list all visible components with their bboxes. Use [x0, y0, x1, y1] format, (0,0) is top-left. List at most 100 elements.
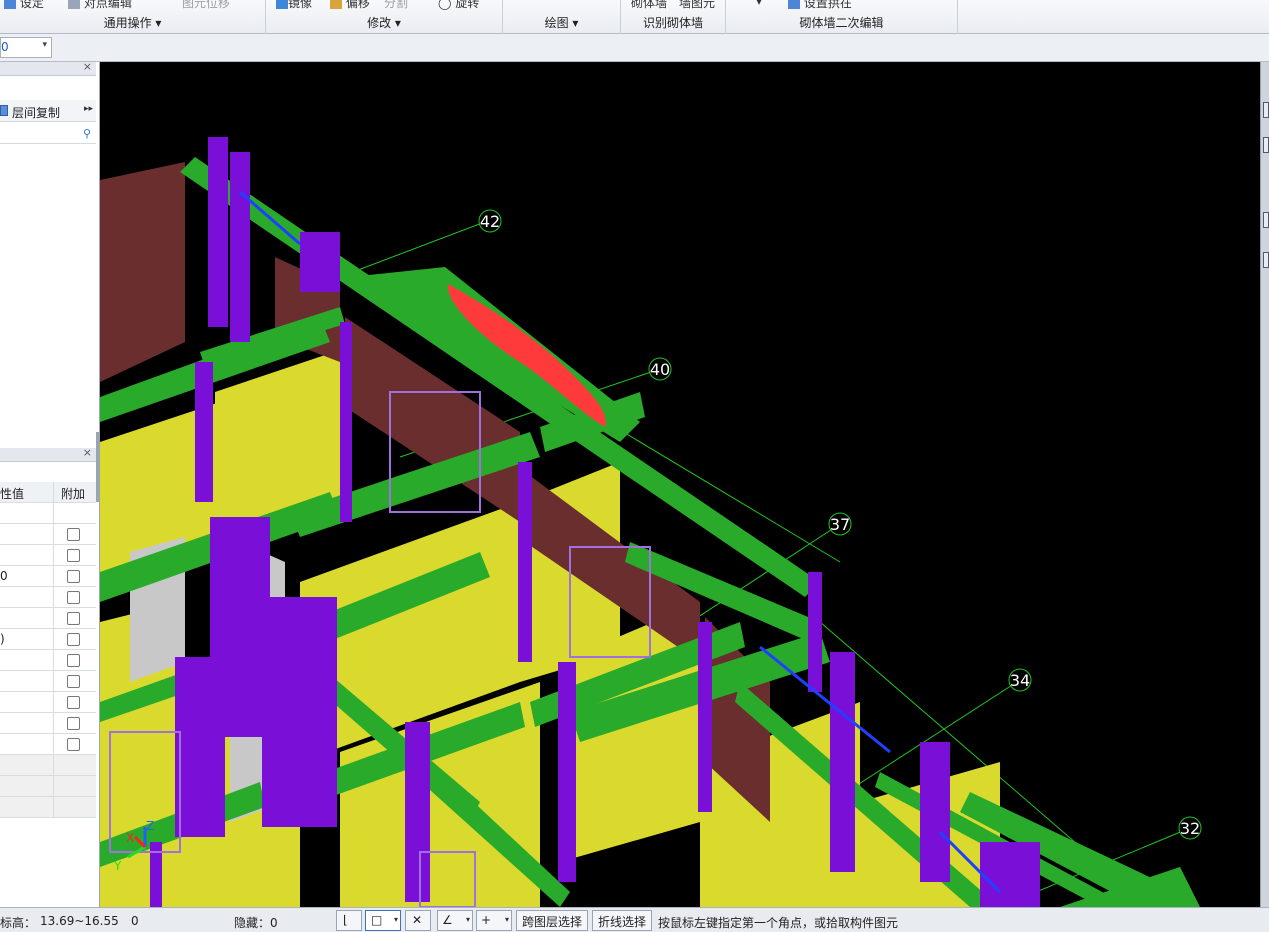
- close-icon[interactable]: ×: [83, 446, 92, 459]
- extra-checkbox[interactable]: [67, 549, 80, 562]
- polyline-select-button[interactable]: 折线选择: [592, 910, 653, 931]
- table-row[interactable]: [0, 797, 96, 818]
- set-icon: [4, 0, 16, 9]
- search-icon[interactable]: ⚲: [83, 127, 91, 140]
- extra-checkbox[interactable]: [67, 717, 80, 730]
- extra-checkbox[interactable]: [67, 591, 80, 604]
- angle-toggle[interactable]: ∠ ▾: [437, 910, 473, 931]
- search-input[interactable]: ⚲: [0, 124, 96, 144]
- row-extra-cell: [53, 524, 96, 545]
- extra-checkbox[interactable]: [67, 570, 80, 583]
- table-row[interactable]: [0, 608, 96, 629]
- row-extra-cell: [53, 671, 96, 692]
- column-header-value: 性值: [0, 487, 25, 501]
- row-value: 0: [0, 569, 8, 583]
- table-row[interactable]: [0, 650, 96, 671]
- view-tool-button[interactable]: [1263, 212, 1269, 228]
- ribbon-item-dropdown[interactable]: ▾: [756, 0, 762, 8]
- view-tool-button[interactable]: [1263, 102, 1269, 118]
- ribbon-group-label[interactable]: 修改 ▾: [266, 14, 502, 31]
- axis-label-32: 32: [1180, 819, 1200, 838]
- ribbon-group-label: 砌体墙二次编辑: [799, 16, 884, 30]
- table-row[interactable]: [0, 671, 96, 692]
- table-row: [0, 503, 96, 524]
- table-row[interactable]: [0, 545, 96, 566]
- status-bar: 标高： 13.69~16.55 0 隐藏：0 ⌊ □ ▾ ✕ ∠ ▾ + ▾ 跨图层选…: [0, 907, 1269, 932]
- ribbon-item-mirror[interactable]: 镜像: [276, 0, 312, 11]
- status-count: 0: [131, 914, 139, 928]
- column-header-extra: 附加: [53, 482, 96, 503]
- row-extra-cell: [53, 713, 96, 734]
- row-extra-cell: [53, 692, 96, 713]
- ribbon-item-set-arch[interactable]: 设置拱在: [788, 0, 852, 11]
- axis-label-37: 37: [830, 515, 850, 534]
- svg-text:Z: Z: [146, 819, 154, 833]
- ribbon-group-draw: 绘图 ▾: [503, 0, 621, 34]
- table-row[interactable]: [0, 524, 96, 545]
- extra-checkbox[interactable]: [67, 654, 80, 667]
- view-tool-button[interactable]: [1263, 252, 1269, 268]
- row-extra-cell: [53, 755, 96, 776]
- floor-select[interactable]: 0 ▾: [0, 37, 52, 58]
- panel-header-properties: ×: [0, 446, 96, 462]
- ribbon-item-move-element[interactable]: 图元位移: [182, 0, 230, 11]
- extra-checkbox[interactable]: [67, 675, 80, 688]
- ribbon-item-rotate[interactable]: ◯ 旋转: [438, 0, 479, 11]
- floor-select-value: 0: [1, 40, 9, 54]
- row-extra-cell: [53, 566, 96, 587]
- row-extra-cell: [53, 608, 96, 629]
- table-row[interactable]: [0, 692, 96, 713]
- snap-toggle[interactable]: □ ▾: [365, 910, 401, 931]
- table-row[interactable]: 0: [0, 566, 96, 587]
- copy-icon: [0, 105, 8, 116]
- table-row[interactable]: ): [0, 629, 96, 650]
- chevron-down-icon: ▾: [393, 915, 398, 924]
- ribbon-group-label: 识别砌体墙: [642, 16, 703, 30]
- table-row[interactable]: [0, 734, 96, 755]
- ribbon-item-set[interactable]: 设定: [4, 0, 44, 11]
- row-extra-cell: [53, 776, 96, 797]
- elevation-label: 标高：: [0, 916, 37, 930]
- copy-toolbar: 层间复制 ▸▸: [0, 100, 96, 122]
- offset-toggle[interactable]: + ▾: [476, 910, 512, 931]
- point-edit-icon: [68, 0, 80, 9]
- extra-checkbox[interactable]: [67, 528, 80, 541]
- table-row[interactable]: [0, 755, 96, 776]
- left-panel: × 层间复制 ▸▸ ⚲ × 性值 附加 0): [0, 60, 100, 907]
- more-icon[interactable]: ▸▸: [84, 104, 93, 114]
- ribbon-item-wall-element[interactable]: 墙图元: [679, 0, 715, 11]
- arch-icon: [788, 0, 800, 9]
- ortho-toggle[interactable]: ⌊: [336, 910, 362, 931]
- table-row[interactable]: [0, 776, 96, 797]
- extra-checkbox[interactable]: [67, 738, 80, 751]
- row-extra-cell: [53, 587, 96, 608]
- table-row[interactable]: [0, 713, 96, 734]
- ribbon-group-label[interactable]: 绘图 ▾: [503, 14, 620, 31]
- cross-toggle[interactable]: ✕: [405, 910, 431, 931]
- row-extra-cell: [53, 650, 96, 671]
- mirror-icon: [276, 0, 288, 9]
- building-model[interactable]: 42 40 37 34 32 Z Y X: [100, 62, 1260, 907]
- 3d-viewport[interactable]: 42 40 37 34 32 Z Y X: [100, 62, 1260, 907]
- secondary-toolbar: 0 ▾: [0, 34, 1269, 62]
- ribbon-group-identify-wall: 砌体墙 墙图元 识别砌体墙: [621, 0, 726, 34]
- cross-layer-select-button[interactable]: 跨图层选择: [516, 910, 589, 931]
- extra-checkbox[interactable]: [67, 696, 80, 709]
- panel-header-top: ×: [0, 60, 96, 76]
- row-extra-cell: [53, 797, 96, 818]
- floor-copy-button[interactable]: 层间复制: [12, 104, 60, 121]
- axis-label-40: 40: [650, 360, 670, 379]
- ribbon-item-offset[interactable]: 偏移: [330, 0, 370, 11]
- extra-checkbox[interactable]: [67, 612, 80, 625]
- ribbon-item-masonry-wall[interactable]: 砌体墙: [631, 0, 667, 11]
- extra-checkbox[interactable]: [67, 633, 80, 646]
- axis-label-42: 42: [480, 212, 500, 231]
- ribbon-item-split[interactable]: 分割: [384, 0, 408, 11]
- row-extra-cell: [53, 545, 96, 566]
- ribbon-item-point-edit[interactable]: 对点编辑: [68, 0, 132, 11]
- ribbon-group-wall-edit: ▾ 设置拱在 砌体墙二次编辑: [726, 0, 958, 34]
- view-tool-button[interactable]: [1263, 137, 1269, 153]
- table-row[interactable]: [0, 587, 96, 608]
- ribbon-group-label[interactable]: 通用操作 ▾: [0, 14, 265, 31]
- close-icon[interactable]: ×: [83, 60, 92, 73]
